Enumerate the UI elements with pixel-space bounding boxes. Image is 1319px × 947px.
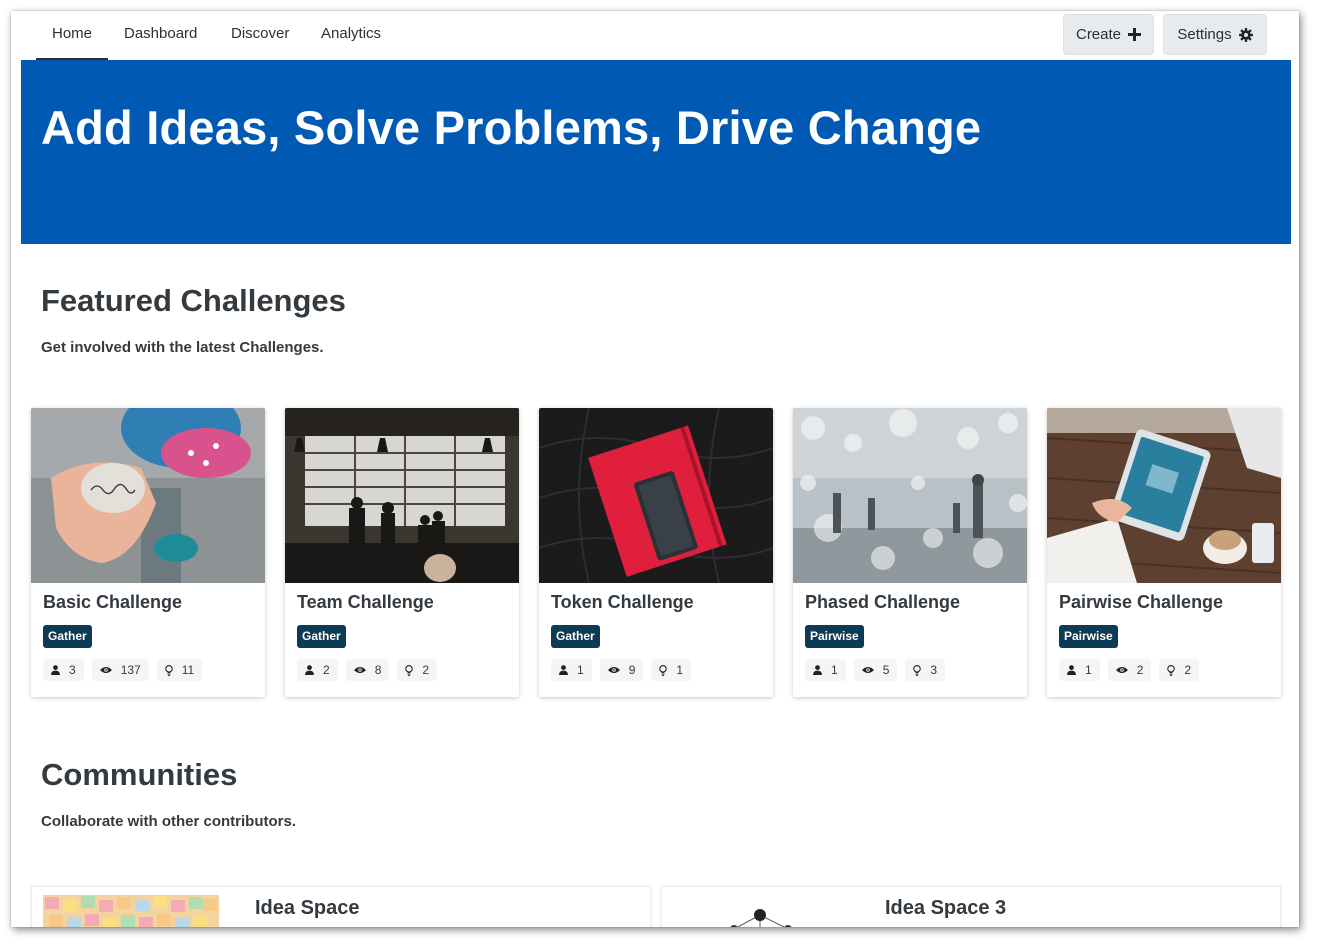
gear-icon — [1238, 27, 1253, 42]
bokeh-mall-photo — [793, 408, 1027, 583]
views-stat: 8 — [345, 659, 390, 681]
settings-label: Settings — [1177, 26, 1232, 43]
card-title: Basic Challenge — [43, 592, 183, 612]
ideas-stat: 2 — [397, 659, 438, 681]
participants-count: 1 — [831, 663, 838, 677]
community-card-idea-space-3[interactable]: Idea Space 3 — [661, 886, 1281, 927]
tablet-coffee-photo — [1047, 408, 1281, 583]
community-title: Idea Space — [255, 897, 360, 919]
lightbulb-icon — [405, 664, 414, 676]
lightbulb-icon — [1167, 664, 1176, 676]
ideas-count: 2 — [422, 663, 430, 677]
type-badge: Gather — [43, 625, 92, 648]
lightbulb-icon — [659, 664, 668, 676]
challenge-card-pairwise[interactable]: Pairwise Challenge Pairwise 1 2 2 — [1047, 408, 1281, 697]
user-icon — [559, 665, 568, 675]
eye-icon — [1115, 666, 1128, 674]
app-window: Home Dashboard Discover Analytics Create… — [11, 11, 1299, 927]
challenge-card-basic[interactable]: Basic Challenge Gather 3 137 11 — [31, 408, 265, 697]
views-stat: 5 — [853, 659, 898, 681]
sticky-notes-photo — [43, 895, 219, 927]
views-count: 2 — [1136, 663, 1144, 677]
participants-count: 1 — [1085, 663, 1092, 677]
eye-icon — [99, 666, 112, 674]
eye-icon — [861, 666, 874, 674]
card-title: Phased Challenge — [805, 592, 961, 612]
card-stats: 3 137 11 — [43, 659, 203, 681]
participants-count: 1 — [577, 663, 584, 677]
views-count: 8 — [374, 663, 382, 677]
lightbulb-icon — [913, 664, 922, 676]
card-stats: 1 2 2 — [1059, 659, 1200, 681]
participants-stat: 1 — [805, 659, 846, 681]
featured-title: Featured Challenges — [41, 283, 346, 318]
views-stat: 9 — [599, 659, 644, 681]
hero-banner: Add Ideas, Solve Problems, Drive Change — [21, 60, 1291, 244]
views-count: 9 — [628, 663, 636, 677]
card-title: Pairwise Challenge — [1059, 592, 1224, 612]
eye-icon — [607, 666, 620, 674]
user-icon — [305, 665, 314, 675]
settings-button[interactable]: Settings — [1163, 14, 1267, 55]
ideas-stat: 1 — [651, 659, 692, 681]
plus-icon — [1128, 28, 1142, 41]
type-badge: Gather — [297, 625, 346, 648]
views-count: 5 — [882, 663, 890, 677]
community-card-idea-space[interactable]: Idea Space — [31, 886, 651, 927]
user-icon — [1067, 665, 1076, 675]
create-button[interactable]: Create — [1063, 14, 1154, 55]
challenge-card-team[interactable]: Team Challenge Gather 2 8 2 — [285, 408, 519, 697]
tab-analytics[interactable]: Analytics — [321, 11, 381, 60]
views-stat: 137 — [91, 659, 149, 681]
tab-discover[interactable]: Discover — [231, 11, 289, 60]
ideas-count: 1 — [676, 663, 684, 677]
challenge-cards: Basic Challenge Gather 3 137 11 Team Cha… — [31, 408, 1283, 698]
network-graph-icon — [722, 903, 802, 927]
user-icon — [813, 665, 822, 675]
user-icon — [51, 665, 60, 675]
ideas-count: 3 — [930, 663, 938, 677]
lightbulb-icon — [164, 664, 173, 676]
participants-stat: 2 — [297, 659, 338, 681]
participants-count: 2 — [323, 663, 330, 677]
card-stats: 2 8 2 — [297, 659, 438, 681]
communities-subtitle: Collaborate with other contributors. — [41, 813, 297, 830]
participants-stat: 1 — [1059, 659, 1100, 681]
ideas-count: 11 — [181, 663, 195, 677]
card-stats: 1 9 1 — [551, 659, 692, 681]
participants-count: 3 — [69, 663, 76, 677]
ideas-stat: 11 — [156, 659, 203, 681]
red-notebook-phone-photo — [539, 408, 773, 583]
challenge-card-token[interactable]: Token Challenge Gather 1 9 1 — [539, 408, 773, 697]
communities-title: Communities — [41, 757, 238, 792]
views-stat: 2 — [1107, 659, 1152, 681]
tab-home[interactable]: Home — [36, 11, 108, 60]
hand-holding-stone-photo — [31, 408, 265, 583]
participants-stat: 1 — [551, 659, 592, 681]
top-navbar: Home Dashboard Discover Analytics Create… — [11, 11, 1299, 60]
type-badge: Pairwise — [1059, 625, 1118, 648]
tab-dashboard[interactable]: Dashboard — [124, 11, 197, 60]
card-stats: 1 5 3 — [805, 659, 946, 681]
type-badge: Gather — [551, 625, 600, 648]
eye-icon — [353, 666, 366, 674]
ideas-stat: 3 — [905, 659, 946, 681]
card-title: Team Challenge — [297, 592, 434, 612]
ideas-count: 2 — [1184, 663, 1192, 677]
type-badge: Pairwise — [805, 625, 864, 648]
create-label: Create — [1075, 26, 1122, 43]
hero-title: Add Ideas, Solve Problems, Drive Change — [41, 101, 982, 154]
ideas-stat: 2 — [1159, 659, 1200, 681]
challenge-card-phased[interactable]: Phased Challenge Pairwise 1 5 3 — [793, 408, 1027, 697]
views-count: 137 — [120, 663, 141, 677]
participants-stat: 3 — [43, 659, 84, 681]
workshop-people-photo — [285, 408, 519, 583]
community-title: Idea Space 3 — [885, 897, 1007, 919]
featured-subtitle: Get involved with the latest Challenges. — [41, 339, 324, 356]
card-title: Token Challenge — [551, 592, 694, 612]
